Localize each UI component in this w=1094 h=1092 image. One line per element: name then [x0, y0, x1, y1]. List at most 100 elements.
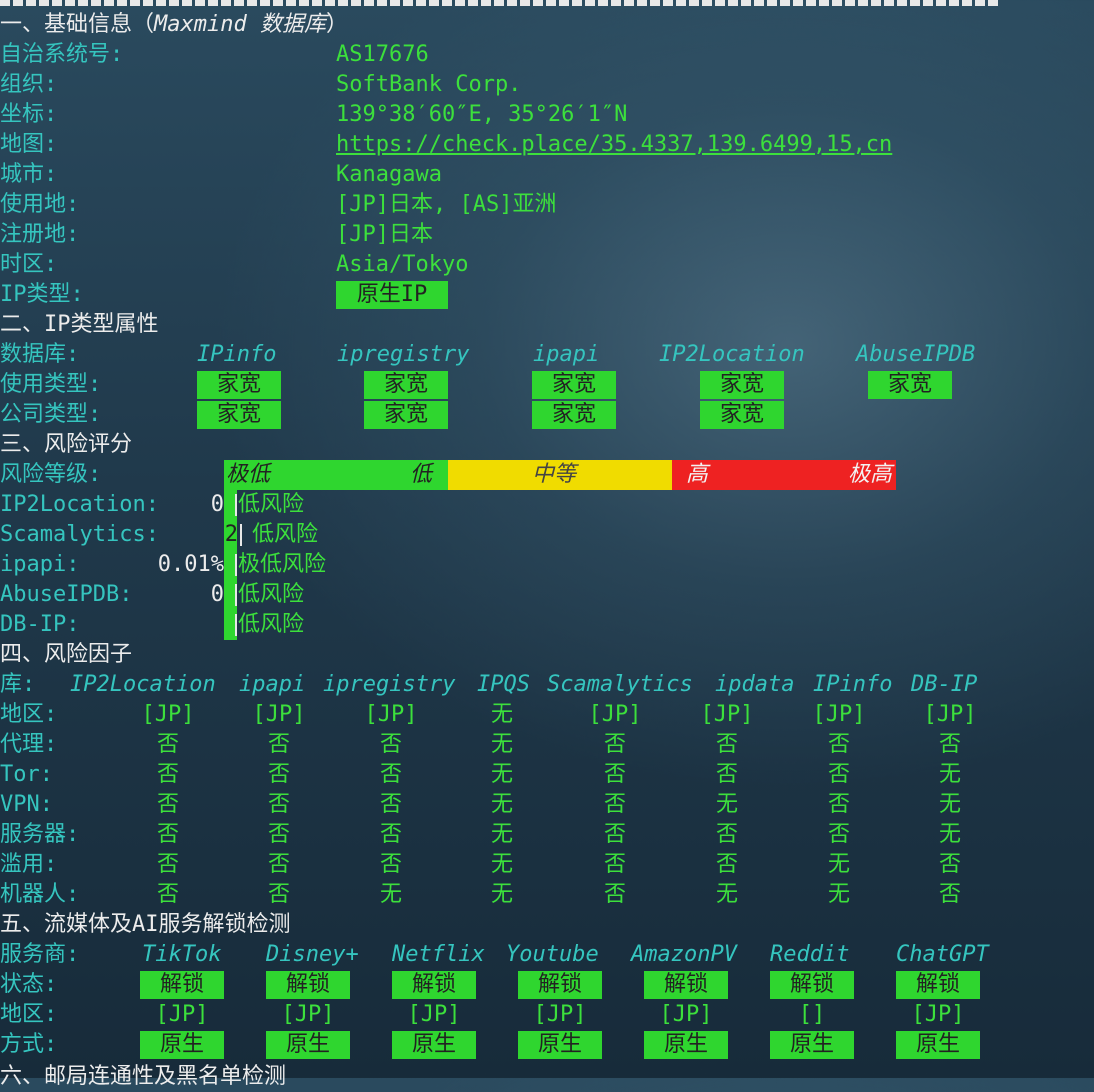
- company-type-label: 公司类型:: [0, 402, 102, 427]
- risk-abuseipdb-label: AbuseIPDB:: [0, 582, 133, 607]
- stream-region: [JP]: [281, 1002, 335, 1027]
- lib-ipdata: ipdata: [715, 672, 795, 697]
- unlock-status-badge: 解锁: [896, 971, 980, 999]
- unlock-method-badge: 原生: [770, 1031, 854, 1059]
- factor-cell: 否: [379, 732, 402, 757]
- db-ipapi: ipapi: [533, 342, 600, 367]
- stream-region: [JP]: [911, 1002, 965, 1027]
- region-label: 地区:: [0, 1002, 58, 1027]
- stream-region: [JP]: [155, 1002, 209, 1027]
- unlock-method-badge: 原生: [644, 1031, 728, 1059]
- factor-cell: [JP]: [700, 702, 754, 727]
- factor-cell: 否: [267, 852, 290, 877]
- risk-ipapi-text: 极低风险: [238, 552, 327, 577]
- risk-dbip-label: DB-IP:: [0, 612, 80, 637]
- lib-ipapi: ipapi: [239, 672, 306, 697]
- factor-cell: 无: [490, 882, 513, 907]
- provider-label: 服务商:: [0, 942, 80, 967]
- factor-cell: 否: [603, 732, 626, 757]
- risk-scale-low-segment: 极低 低: [224, 460, 448, 490]
- factor-cell: [JP]: [812, 702, 866, 727]
- lib-ipregistry: ipregistry: [323, 672, 456, 697]
- provider-name: Reddit: [770, 942, 850, 967]
- asn-label: 自治系统号:: [0, 42, 124, 67]
- factor-cell: 无: [490, 852, 513, 877]
- factor-cell: 否: [827, 762, 850, 787]
- factor-cell: 无: [938, 762, 961, 787]
- factor-cell: [JP]: [364, 702, 418, 727]
- risk-abuseipdb-text: 低风险: [238, 582, 305, 607]
- section-risk-factors-header: 四、风险因子: [0, 642, 133, 667]
- factor-row-label: 机器人:: [0, 882, 80, 907]
- factor-cell: 否: [379, 822, 402, 847]
- company-type-badge: 家宽: [532, 401, 616, 429]
- factor-cell: 否: [603, 762, 626, 787]
- factor-cell: 否: [827, 792, 850, 817]
- coord-value: 139°38′60″E, 35°26′1″N: [336, 102, 628, 127]
- factor-cell: 否: [938, 732, 961, 757]
- scale-very-high: 极高: [847, 462, 892, 487]
- factor-cell: [JP]: [923, 702, 977, 727]
- risk-divider: [240, 524, 242, 546]
- factor-cell: 无: [715, 792, 738, 817]
- factor-cell: [JP]: [588, 702, 642, 727]
- factor-cell: 否: [715, 822, 738, 847]
- factor-cell: 否: [603, 882, 626, 907]
- company-type-badge: 家宽: [197, 401, 281, 429]
- factor-cell: 否: [379, 792, 402, 817]
- unlock-status-badge: 解锁: [266, 971, 350, 999]
- map-link[interactable]: https://check.place/35.4337,139.6499,15,…: [336, 130, 892, 160]
- city-value: Kanagawa: [336, 162, 442, 187]
- lib-dbip: DB-IP: [911, 672, 978, 697]
- top-divider: [0, 0, 1000, 6]
- factor-cell: 否: [267, 792, 290, 817]
- db-ip2location: IP2Location: [659, 342, 805, 367]
- factor-cell: 否: [603, 822, 626, 847]
- factor-cell: 否: [715, 732, 738, 757]
- factor-cell: [JP]: [252, 702, 306, 727]
- factor-cell: 无: [827, 882, 850, 907]
- unlock-status-badge: 解锁: [518, 971, 602, 999]
- risk-abuseipdb-score: 0: [210, 582, 224, 607]
- provider-name: Netflix: [392, 942, 485, 967]
- city-label: 城市:: [0, 162, 58, 187]
- factor-row-label: 服务器:: [0, 822, 80, 847]
- factor-row-label: 滥用:: [0, 852, 58, 877]
- factor-cell: 否: [156, 762, 179, 787]
- ip-type-badge: 原生IP: [336, 281, 448, 309]
- registry-label: 注册地:: [0, 222, 80, 247]
- usage-place-label: 使用地:: [0, 192, 80, 217]
- org-value: SoftBank Corp.: [336, 72, 522, 97]
- risk-scamalytics-score: 2: [224, 522, 238, 547]
- factor-cell: 否: [156, 792, 179, 817]
- db-ipinfo: IPinfo: [197, 342, 277, 367]
- factor-cell: 无: [827, 852, 850, 877]
- unlock-status-badge: 解锁: [770, 971, 854, 999]
- scale-very-low: 极低: [226, 462, 271, 487]
- stream-region: [JP]: [533, 1002, 587, 1027]
- unlock-method-badge: 原生: [266, 1031, 350, 1059]
- factor-row-label: Tor:: [0, 762, 53, 787]
- section-risk-score-header: 三、风险评分: [0, 432, 133, 457]
- db-abuseipdb: AbuseIPDB: [856, 342, 976, 367]
- coord-label: 坐标:: [0, 102, 58, 127]
- usage-type-badge: 家宽: [532, 371, 616, 399]
- status-label: 状态:: [0, 972, 58, 997]
- org-label: 组织:: [0, 72, 58, 97]
- db-ipregistry: ipregistry: [337, 342, 470, 367]
- risk-divider: [235, 584, 237, 606]
- provider-name: Disney+: [266, 942, 359, 967]
- factor-cell: 否: [603, 792, 626, 817]
- usage-type-label: 使用类型:: [0, 372, 102, 397]
- lib-ip2location: IP2Location: [70, 672, 216, 697]
- section-basic-header: 一、基础信息（Maxmind 数据库）: [0, 12, 348, 37]
- factor-cell: 无: [490, 702, 513, 727]
- factor-cell: 否: [156, 732, 179, 757]
- risk-divider: [235, 554, 237, 576]
- factor-cell: 否: [603, 852, 626, 877]
- risk-scamalytics-label: Scamalytics:: [0, 522, 159, 547]
- factor-cell: 无: [938, 792, 961, 817]
- scale-high: 高: [686, 462, 709, 487]
- registry-value: [JP]日本: [336, 222, 433, 247]
- risk-dbip-text: 低风险: [238, 612, 305, 637]
